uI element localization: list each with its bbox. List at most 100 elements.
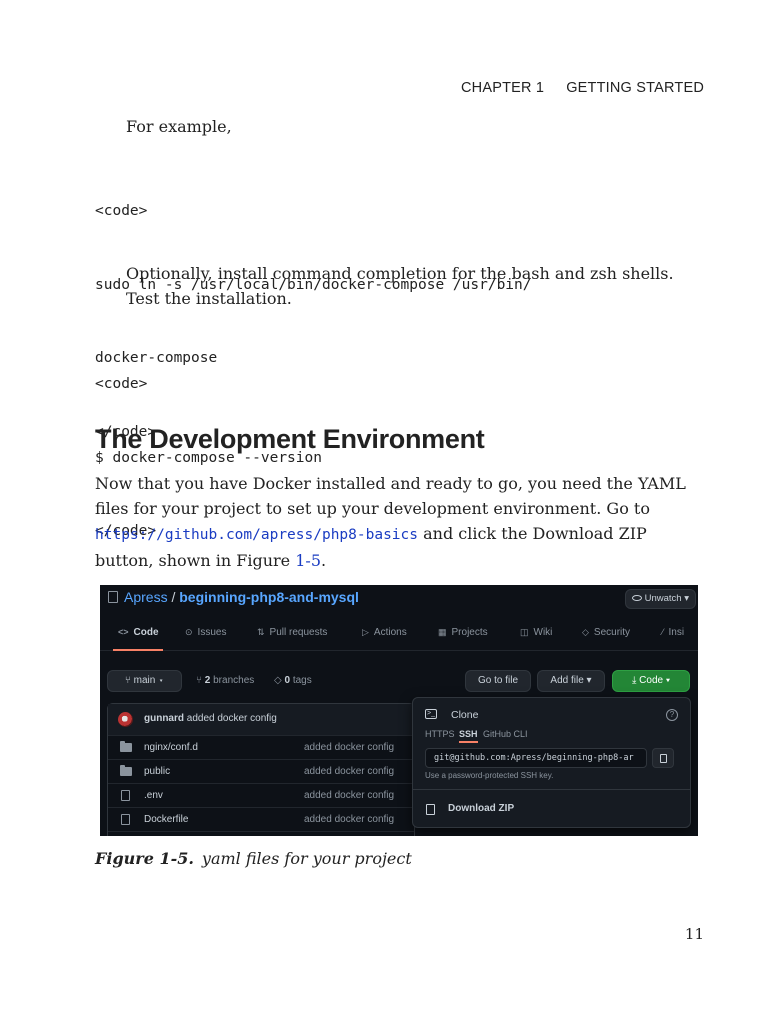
figure-caption: Figure 1-5. yaml files for your project	[95, 849, 412, 868]
tab-code[interactable]: <> Code	[118, 627, 159, 638]
intro-text: For example,	[126, 117, 232, 136]
file-commit-message[interactable]: added docker config	[304, 766, 394, 777]
chapter-title: GETTING STARTED	[566, 80, 704, 96]
commit-message[interactable]: added docker config	[187, 713, 277, 724]
repo-owner-link[interactable]: Apress	[124, 589, 168, 605]
zip-icon	[426, 804, 435, 815]
github-screenshot: Apress / beginning-php8-and-mysql Unwatc…	[100, 585, 698, 836]
help-icon[interactable]: ?	[666, 709, 678, 721]
projects-icon: ▦	[438, 627, 447, 637]
file-icon	[121, 790, 130, 801]
file-commit-message[interactable]: added docker config	[304, 814, 394, 825]
tab-issues[interactable]: ⊙ Issues	[185, 627, 226, 638]
paragraph-line: Now that you have Docker installed and r…	[95, 474, 686, 493]
tab-label: Actions	[373, 627, 407, 638]
code-line: <code>	[95, 376, 148, 392]
tags-label: tags	[292, 675, 312, 686]
commit-author[interactable]: gunnard	[144, 713, 184, 724]
repo-book-icon	[108, 591, 118, 603]
copy-button[interactable]	[652, 748, 674, 768]
divider	[413, 789, 690, 790]
eye-icon	[631, 595, 642, 601]
folder-icon	[120, 765, 132, 776]
file-row[interactable]: nginx/conf.d added docker config	[108, 736, 414, 760]
file-name[interactable]: public	[144, 766, 170, 777]
avatar[interactable]	[118, 712, 133, 727]
tags-number: 0	[284, 675, 291, 686]
paragraph-text: button, shown in Figure	[95, 551, 296, 570]
branches-label: branches	[213, 675, 255, 686]
body-paragraph: Now that you have Docker installed and r…	[95, 471, 695, 573]
file-name[interactable]: .env	[144, 790, 163, 801]
terminal-icon: >_	[425, 709, 437, 719]
shield-icon: ◇	[582, 627, 589, 637]
tab-label: Security	[593, 627, 631, 638]
repo-separator: /	[167, 589, 180, 605]
github-link[interactable]: https://github.com/apress/php8-basics	[95, 527, 418, 543]
tab-projects[interactable]: ▦ Projects	[438, 627, 488, 638]
code-line: <code>	[95, 203, 148, 219]
code-icon: <>	[118, 627, 129, 637]
file-list: gunnard added docker config nginx/conf.d…	[107, 703, 415, 836]
ssh-hint: Use a password-protected SSH key.	[425, 771, 554, 780]
section-heading: The Development Environment	[95, 424, 485, 454]
tab-wiki[interactable]: ◫ Wiki	[520, 627, 552, 638]
latest-commit-row: gunnard added docker config	[108, 704, 414, 736]
file-row[interactable]: Dockerfile added docker config	[108, 808, 414, 832]
protocol-tab-github-cli[interactable]: GitHub CLI	[483, 729, 528, 739]
repo-name-link[interactable]: beginning-php8-and-mysql	[179, 589, 359, 605]
paragraph-line: Optionally, install command completion f…	[126, 264, 674, 283]
file-name[interactable]: nginx/conf.d	[144, 742, 198, 753]
tab-pull-requests[interactable]: ⇅ Pull requests	[257, 627, 327, 638]
figure-reference-link[interactable]: 1-5	[295, 551, 321, 570]
paragraph-line: files for your project to set up your de…	[95, 499, 650, 518]
paragraph-text: and click the Download ZIP	[418, 524, 647, 543]
tags-count[interactable]: ◇ 0 tags	[274, 675, 312, 686]
paragraph-line: button, shown in Figure 1-5.	[95, 548, 695, 573]
caption-label: Figure 1-5.	[95, 849, 194, 868]
chapter-label: CHAPTER 1	[461, 80, 545, 96]
download-icon: ⤓	[631, 675, 637, 686]
file-commit-message[interactable]: added docker config	[304, 790, 394, 801]
tab-insights[interactable]: ⁄ Insi	[662, 627, 684, 638]
folder-icon	[120, 741, 132, 752]
pull-request-icon: ⇅	[257, 627, 265, 637]
paragraph-text: .	[321, 551, 327, 570]
branch-label: main	[133, 675, 156, 686]
clone-popover: >_ Clone ? HTTPS SSH GitHub CLI git@gith…	[412, 697, 691, 828]
protocol-tab-https[interactable]: HTTPS	[425, 729, 455, 739]
active-protocol-underline	[459, 741, 478, 743]
branch-select[interactable]: ⑂ main ▾	[107, 670, 182, 692]
clipboard-icon	[660, 754, 667, 763]
page-number: 11	[684, 925, 704, 943]
repo-tabs: <> Code ⊙ Issues ⇅ Pull requests ▷ Actions ▦…	[100, 623, 698, 651]
clone-url-field[interactable]: git@github.com:Apress/beginning-php8-ar	[425, 748, 647, 768]
download-zip-button[interactable]: Download ZIP	[448, 803, 514, 814]
unwatch-label: Unwatch	[644, 593, 682, 604]
tab-label: Issues	[197, 627, 227, 638]
repo-title: Apress / beginning-php8-and-mysql	[108, 589, 359, 605]
paragraph-line: https://github.com/apress/php8-basics an…	[95, 521, 695, 548]
tab-label: Projects	[451, 627, 488, 638]
go-to-file-button[interactable]: Go to file	[465, 670, 531, 692]
unwatch-button[interactable]: Unwatch ▾	[624, 589, 696, 609]
tab-label: Insi	[668, 627, 685, 638]
tab-security[interactable]: ◇ Security	[582, 627, 630, 638]
file-commit-message[interactable]: added docker config	[304, 742, 394, 753]
branches-count[interactable]: ⑂ 2 branches	[196, 675, 254, 686]
file-name[interactable]: Dockerfile	[144, 814, 188, 825]
add-file-button[interactable]: Add file ▾	[537, 670, 605, 692]
clone-title: Clone	[451, 709, 479, 721]
wiki-icon: ◫	[520, 627, 529, 637]
latest-commit: gunnard added docker config	[144, 713, 277, 724]
protocol-tab-ssh[interactable]: SSH	[459, 729, 478, 739]
code-button[interactable]: ⤓ Code ▾	[612, 670, 690, 692]
active-tab-underline	[113, 649, 163, 651]
tab-label: Pull requests	[269, 627, 328, 638]
add-file-label: Add file	[550, 675, 584, 686]
tab-label: Code	[133, 627, 159, 638]
tab-label: Wiki	[533, 627, 553, 638]
file-row[interactable]: public added docker config	[108, 760, 414, 784]
file-row[interactable]: .env added docker config	[108, 784, 414, 808]
tab-actions[interactable]: ▷ Actions	[362, 627, 407, 638]
